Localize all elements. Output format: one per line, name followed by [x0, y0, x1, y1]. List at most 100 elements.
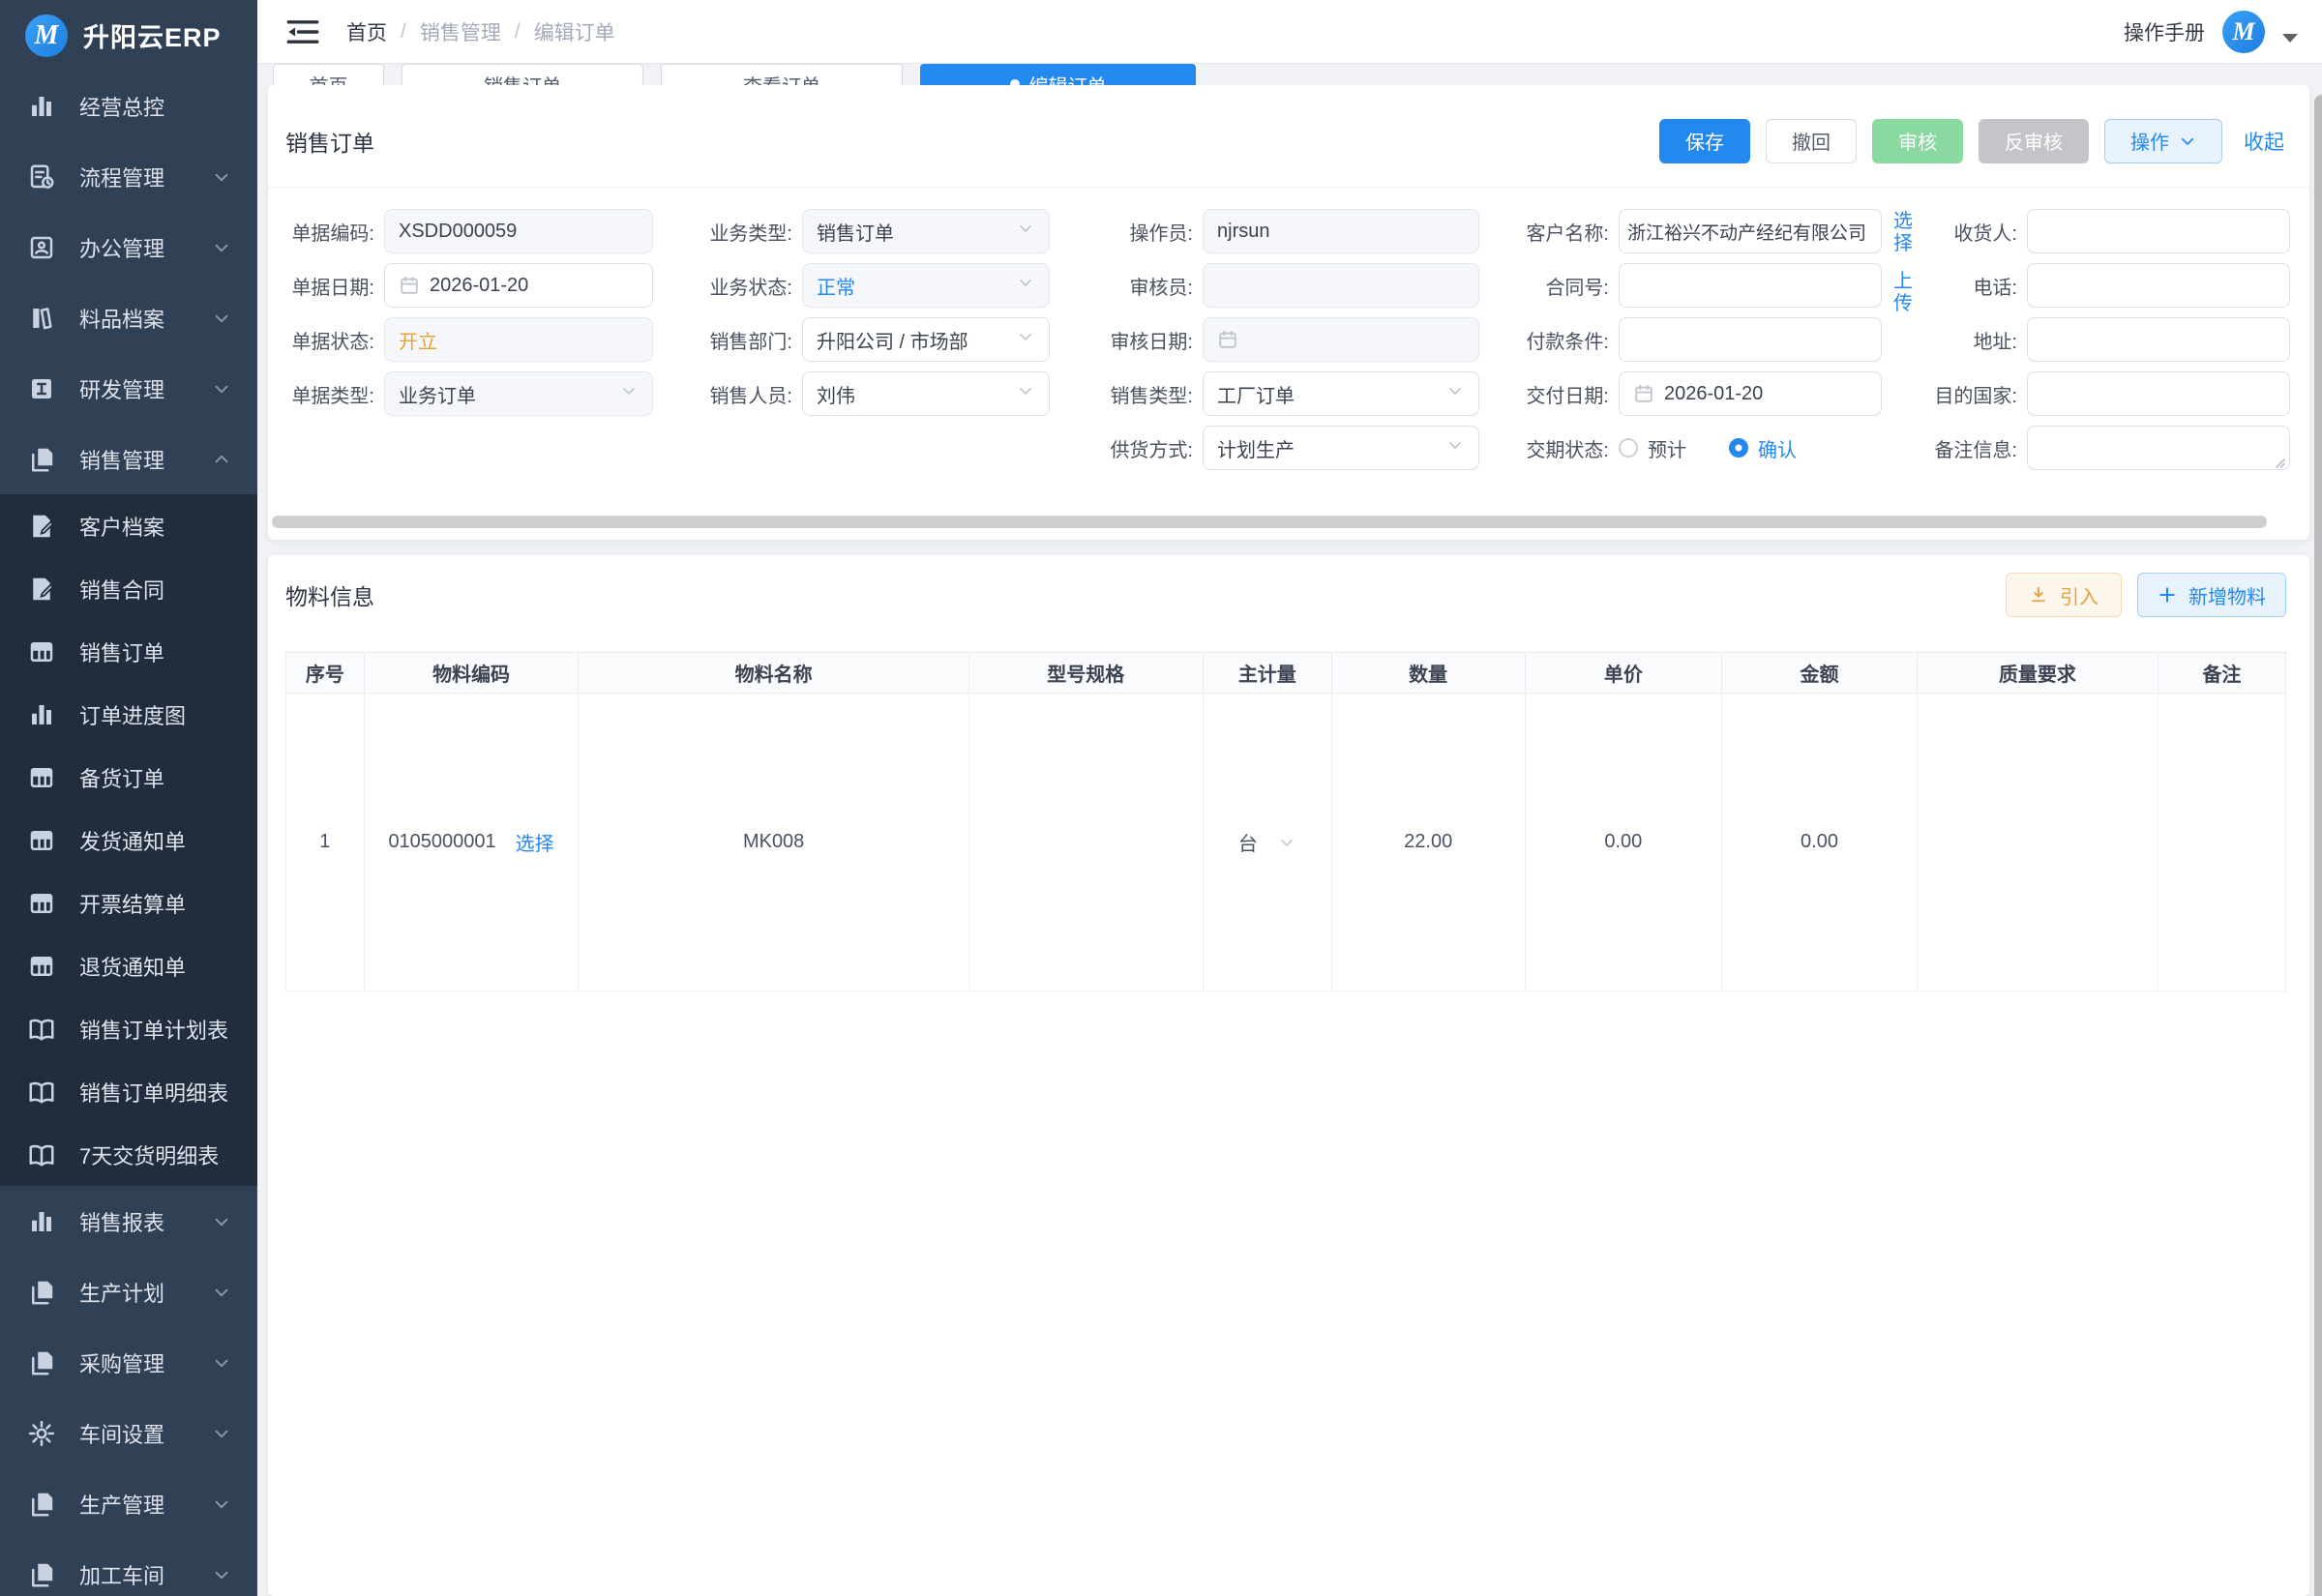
chevron-down-icon [211, 237, 232, 258]
table-icon [27, 763, 56, 792]
sidebar-item-16[interactable]: 7天交货明细表 [0, 1123, 257, 1186]
field-4-3-input[interactable] [2027, 371, 2290, 416]
sidebar-item-17[interactable]: 销售报表 [0, 1186, 257, 1256]
unaudit-button[interactable]: 反审核 [1979, 119, 2089, 163]
pages-icon [27, 1490, 56, 1519]
sidebar-item-label: 销售订单计划表 [79, 1014, 232, 1045]
sidebar-nav: 经营总控 流程管理 办公管理 料品档案 研发管理 销售管理 客户档案 销售合同 [0, 71, 257, 1596]
order-form: 单据编码: XSDD000059 单据日期: 2026-01-20 单据状态: … [268, 188, 2309, 470]
field-1-3-label: 销售人员: [696, 380, 802, 408]
radio-unchecked-0[interactable]: 预计 [1619, 434, 1686, 462]
materials-header: 物料信息 引入 新增物料 [268, 555, 2309, 631]
sidebar-item-label: 订单进度图 [79, 699, 232, 730]
field-3-2-input[interactable] [1619, 317, 1882, 362]
menu-fold-icon[interactable] [286, 17, 319, 46]
vertical-scrollbar[interactable] [2314, 95, 2322, 1596]
save-button[interactable]: 保存 [1659, 119, 1750, 163]
radio-label: 确认 [1758, 434, 1797, 462]
sidebar-item-12[interactable]: 开票结算单 [0, 872, 257, 934]
radio-checked-1[interactable]: 确认 [1729, 434, 1797, 462]
sidebar-item-4[interactable]: 研发管理 [0, 353, 257, 424]
sidebar-item-14[interactable]: 销售订单计划表 [0, 997, 257, 1060]
sidebar-item-5[interactable]: 销售管理 [0, 424, 257, 494]
chevron-down-icon [1445, 381, 1465, 406]
import-button[interactable]: 引入 [2006, 573, 2122, 617]
avatar[interactable]: M [2222, 11, 2265, 53]
cell-unit[interactable]: 台 [1203, 694, 1331, 991]
sidebar-item-18[interactable]: 生产计划 [0, 1256, 257, 1327]
tab-bar: 首页 销售订单 查看订单 编辑订单 [257, 64, 2322, 85]
chevron-down-icon [211, 166, 232, 188]
audit-button[interactable]: 审核 [1872, 119, 1963, 163]
link-select[interactable]: 选择 [1893, 211, 1915, 255]
field-2-0-label: 操作员: [1096, 218, 1203, 246]
sidebar-item-20[interactable]: 车间设置 [0, 1398, 257, 1468]
field-3-1-input[interactable] [1619, 263, 1882, 308]
sidebar-item-10[interactable]: 备货订单 [0, 746, 257, 809]
cell-qty[interactable]: 22.00 [1331, 694, 1525, 991]
chevron-down-icon [1016, 381, 1035, 406]
link-upload[interactable]: 上传 [1893, 271, 1915, 315]
breadcrumb-separator: / [515, 20, 521, 44]
resize-grip-icon[interactable] [2272, 452, 2285, 465]
sidebar-item-8[interactable]: 销售订单 [0, 620, 257, 683]
sidebar-item-21[interactable]: 生产管理 [0, 1468, 257, 1539]
breadcrumb-home[interactable]: 首页 [346, 17, 387, 46]
sidebar-item-6[interactable]: 客户档案 [0, 494, 257, 557]
field-0-1-label: 单据日期: [282, 272, 384, 300]
sidebar-item-1[interactable]: 流程管理 [0, 141, 257, 212]
field-4-2-input[interactable] [2027, 317, 2290, 362]
cell-quality[interactable] [1917, 694, 2158, 991]
field-1-0-select[interactable]: 销售订单 [802, 209, 1050, 253]
field-0-0-label: 单据编码: [282, 218, 384, 246]
field-1-1-select[interactable]: 正常 [802, 263, 1050, 308]
chevron-down-icon [1016, 219, 1035, 244]
sidebar-item-label: 料品档案 [79, 303, 188, 334]
field-0-2-label: 单据状态: [282, 326, 384, 354]
field-4-4-label: 备注信息: [1932, 434, 2027, 462]
action-dropdown-button[interactable]: 操作 [2104, 119, 2222, 163]
field-3-3-date-input[interactable]: 2026-01-20 [1619, 371, 1882, 416]
field-4-4-textarea[interactable] [2027, 426, 2290, 470]
cell-amount: 0.00 [1722, 694, 1918, 991]
chevron-down-icon [211, 378, 232, 399]
books-icon [27, 304, 56, 333]
sidebar-item-11[interactable]: 发货通知单 [0, 809, 257, 872]
cell-price[interactable]: 0.00 [1525, 694, 1722, 991]
col-header-8: 质量要求 [1917, 653, 2158, 694]
field-1-3-select[interactable]: 刘伟 [802, 371, 1050, 416]
sidebar-item-13[interactable]: 退货通知单 [0, 934, 257, 997]
chevron-down-icon[interactable] [2282, 34, 2298, 43]
table-icon [27, 952, 56, 981]
sidebar-item-7[interactable]: 销售合同 [0, 557, 257, 620]
manual-link[interactable]: 操作手册 [2124, 17, 2205, 46]
field-0-1-date-input[interactable]: 2026-01-20 [384, 263, 653, 308]
field-2-3-select[interactable]: 工厂订单 [1203, 371, 1479, 416]
add-material-button[interactable]: 新增物料 [2137, 573, 2286, 617]
sidebar-item-label: 退货通知单 [79, 951, 232, 982]
sidebar-item-label: 销售订单 [79, 636, 232, 667]
withdraw-button[interactable]: 撤回 [1766, 119, 1857, 163]
sidebar-item-15[interactable]: 销售订单明细表 [0, 1060, 257, 1123]
sidebar-item-22[interactable]: 加工车间 [0, 1539, 257, 1596]
field-3-0-input[interactable]: 浙江裕兴不动产经纪有限公司 [1619, 209, 1882, 253]
sidebar-item-2[interactable]: 办公管理 [0, 212, 257, 282]
field-4-1-input[interactable] [2027, 263, 2290, 308]
sidebar-item-label: 7天交货明细表 [79, 1139, 232, 1170]
sidebar-item-0[interactable]: 经营总控 [0, 71, 257, 141]
sidebar-item-9[interactable]: 订单进度图 [0, 683, 257, 746]
cell-remark[interactable] [2158, 694, 2285, 991]
field-1-2-select[interactable]: 升阳公司 / 市场部 [802, 317, 1050, 362]
horizontal-scrollbar[interactable] [272, 516, 2267, 528]
pages-icon [27, 1348, 56, 1377]
field-2-4-select[interactable]: 计划生产 [1203, 426, 1479, 470]
row-select-link[interactable]: 选择 [516, 828, 554, 856]
gear-icon [27, 1419, 56, 1448]
collapse-link[interactable]: 收起 [2244, 127, 2284, 156]
order-form-panel: 销售订单 保存 撤回 审核 反审核 操作 收起 单据编码: XSDD000059 [268, 85, 2309, 540]
sidebar-item-19[interactable]: 采购管理 [0, 1327, 257, 1398]
chevron-down-icon [1277, 833, 1296, 852]
sidebar-item-3[interactable]: 料品档案 [0, 282, 257, 353]
field-0-3-select[interactable]: 业务订单 [384, 371, 653, 416]
field-4-0-input[interactable] [2027, 209, 2290, 253]
